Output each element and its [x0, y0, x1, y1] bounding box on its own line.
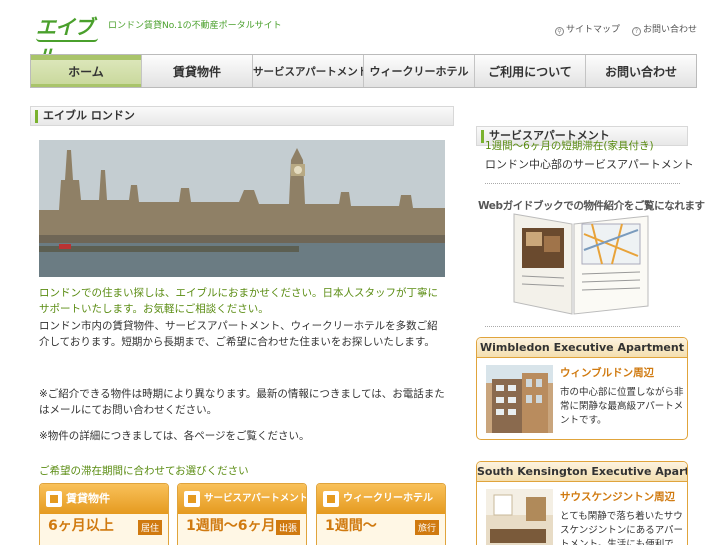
property-description: 市の中心部に位置しながら非常に閑静な最高級アパートメントです。: [560, 387, 684, 426]
contact-link[interactable]: ? お問い合わせ: [631, 22, 697, 36]
sidebar-text: ロンドン中心部のサービスアパートメント: [485, 158, 694, 171]
logo-swoosh: [36, 38, 98, 42]
sitemap-link[interactable]: ⚲ サイトマップ: [554, 22, 620, 36]
property-name: Wimbledon Executive Apartment: [477, 338, 687, 358]
main-heading: ロンドンでの住まい探しは、エイブルにおまかせください。日本人スタッフが丁寧にサポ…: [39, 287, 438, 315]
utility-links: ⚲ サイトマップ ? お問い合わせ: [554, 22, 697, 36]
bed-icon: [323, 491, 339, 507]
category-card-service-apartment[interactable]: サービスアパートメント 1週間〜6ヶ月 出張: [177, 483, 307, 545]
note-2: ※物件の詳細につきましては、各ページをご覧ください。: [39, 430, 310, 442]
south-kensington-photo: [486, 489, 553, 545]
westminster-illustration: [39, 140, 445, 277]
sidebar-link[interactable]: 1週間〜6ヶ月の短期滞在(家具付き): [485, 138, 654, 153]
guidebook-illustration: [513, 213, 649, 315]
nav-tab-rental[interactable]: 賃貸物件: [142, 55, 253, 87]
wimbledon-photo: [486, 365, 553, 433]
london-photo: [39, 140, 445, 277]
main-nav: ホーム 賃貸物件 サービスアパートメント ウィークリーホテル ご利用について お…: [30, 54, 697, 88]
divider: [485, 183, 680, 184]
nav-tab-weekly-hotel[interactable]: ウィークリーホテル: [364, 55, 475, 87]
property-card-wimbledon[interactable]: Wimbledon Executive Apartment ウィンブルドン周辺 …: [476, 337, 688, 440]
search-icon: ⚲: [554, 27, 564, 36]
note-1: ※ご紹介できる物件は時期により異なります。最新の情報につきましては、お電話または…: [39, 388, 445, 416]
nav-tab-usage[interactable]: ご利用について: [475, 55, 586, 87]
main-section-title: エイブル ロンドン: [30, 106, 454, 126]
property-description: とても閑静で落ち着いたサウスケンジントンにあるアパートメント。生活にも便利です。: [560, 511, 684, 545]
card-title: サービスアパートメント: [204, 493, 306, 504]
sitemap-label: サイトマップ: [565, 25, 620, 35]
property-area: ウィンブルドン周辺: [560, 367, 655, 379]
webguide-book-image[interactable]: [512, 210, 652, 316]
able-logo[interactable]: エイブル: [36, 12, 100, 69]
building-icon: [184, 491, 200, 507]
nav-tab-home[interactable]: ホーム: [31, 55, 142, 87]
card-title: 賃貸物件: [66, 492, 110, 505]
contact-label: お問い合わせ: [642, 25, 697, 35]
card-tag: 旅行: [414, 520, 439, 535]
divider: [485, 326, 680, 327]
nav-tab-contact[interactable]: お問い合わせ: [586, 55, 696, 87]
home-icon: [46, 491, 62, 507]
card-title: ウィークリーホテル: [343, 493, 433, 504]
property-card-south-kensington[interactable]: South Kensington Executive Apartment サウス…: [476, 461, 688, 545]
main-description: ロンドン市内の賃貸物件、サービスアパートメント、ウィークリーホテルを多数ご紹介し…: [39, 320, 438, 348]
property-area: サウスケンジントン周辺: [560, 491, 676, 503]
card-tag: 出張: [275, 520, 300, 535]
category-card-rental[interactable]: 賃貸物件 6ヶ月以上 居住: [39, 483, 169, 545]
card-tag: 居住: [137, 520, 162, 535]
property-name: South Kensington Executive Apartment: [477, 462, 687, 482]
site-tagline: ロンドン賃貸No.1の不動産ポータルサイト: [108, 21, 282, 31]
help-icon: ?: [631, 27, 641, 36]
category-card-weekly-hotel[interactable]: ウィークリーホテル 1週間〜 旅行: [316, 483, 446, 545]
categories-title: ご希望の滞在期間に合わせてお選びください: [39, 465, 249, 477]
nav-tab-service-apartment[interactable]: サービスアパートメント: [253, 55, 364, 87]
